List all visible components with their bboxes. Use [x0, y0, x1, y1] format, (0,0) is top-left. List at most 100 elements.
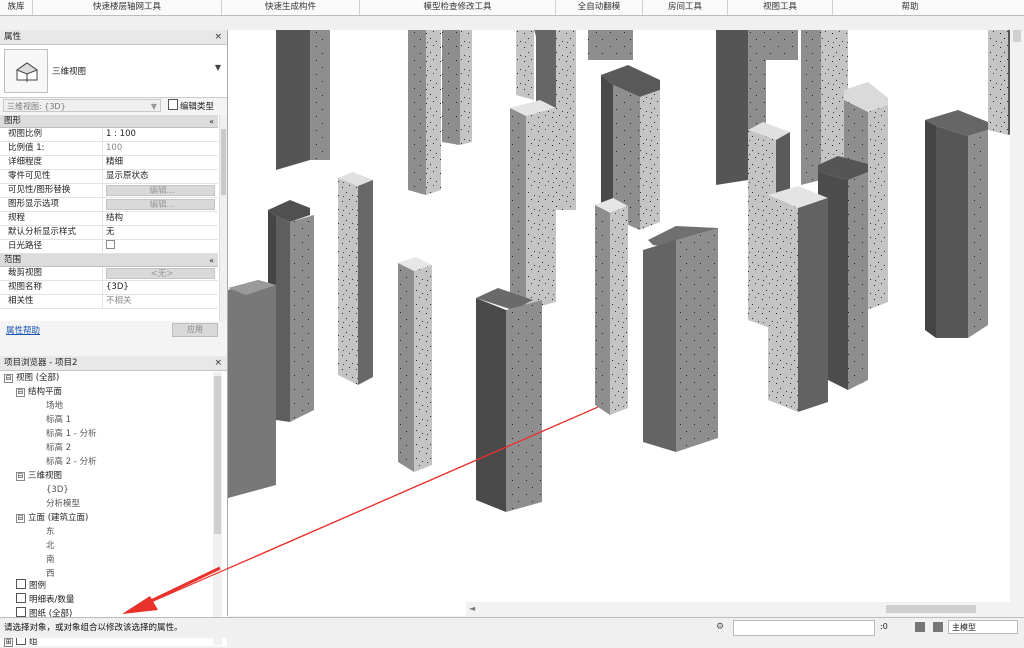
graphic-display-edit-button[interactable]: 编辑... [106, 199, 215, 210]
tree-node-north[interactable]: 北 [46, 541, 55, 552]
prop-value[interactable]: 精细 [103, 156, 218, 169]
column-mid-a[interactable] [510, 100, 556, 310]
status-bar: 请选择对象，或对象组合以修改该选择的属性。 ⚙ :0 主模型 [0, 617, 1024, 638]
tree-node-structural-plans[interactable]: ⊟ 结构平面 [16, 387, 62, 398]
type-selector[interactable]: 三维视图 ▼ [0, 45, 227, 98]
column-large-right[interactable] [768, 186, 828, 412]
edit-type-button[interactable]: 编辑类型 [168, 99, 214, 112]
sun-path-checkbox[interactable] [106, 240, 115, 249]
column-center-left[interactable] [338, 172, 373, 385]
column-mid-d[interactable] [925, 110, 988, 338]
prop-row-sun-path[interactable]: 日光路径 [0, 240, 218, 254]
column-big-center[interactable] [643, 226, 718, 452]
tab-family-library[interactable]: 族库 [0, 0, 33, 15]
tab-auto-modeling[interactable]: 全自动翻模 [556, 0, 643, 15]
prop-row-view-scale[interactable]: 视图比例 1 : 100 [0, 128, 218, 142]
viewport-vertical-scrollbar[interactable] [1010, 30, 1024, 618]
tree-node-site[interactable]: 场地 [46, 401, 63, 412]
column-back-8[interactable] [763, 30, 798, 60]
prop-value[interactable]: 结构 [103, 212, 218, 225]
prop-row-graphic-display[interactable]: 图形显示选项 编辑... [0, 198, 218, 212]
tree-node-schedules[interactable]: 明细表/数量 [16, 593, 74, 606]
crop-view-value[interactable]: <无> [106, 268, 215, 279]
tree-node-east[interactable]: 东 [46, 527, 55, 538]
column-front-l[interactable] [476, 288, 542, 512]
tab-quick-components[interactable]: 快速生成构件 [222, 0, 360, 15]
tab-help[interactable]: 帮助 [833, 0, 987, 15]
tab-view-tools[interactable]: 视图工具 [728, 0, 833, 15]
browser-close-button[interactable]: × [214, 356, 222, 370]
tree-node-level-2-analysis[interactable]: 标高 2 - 分析 [46, 457, 97, 468]
tree-node-elevations[interactable]: ⊟ 立面 (建筑立面) [16, 513, 88, 524]
workset-field[interactable] [733, 620, 875, 636]
vg-edit-button[interactable]: 编辑... [106, 185, 215, 196]
scroll-thumb[interactable] [221, 129, 226, 195]
collapse-icon[interactable]: « [209, 254, 214, 267]
prop-row-discipline[interactable]: 规程 结构 [0, 212, 218, 226]
collapse-toggle[interactable]: ⊟ [16, 388, 25, 397]
column-center-a[interactable] [595, 198, 628, 415]
sun-path-value[interactable] [103, 240, 218, 253]
tab-model-check-tools[interactable]: 模型检查修改工具 [360, 0, 556, 15]
tree-node-south[interactable]: 南 [46, 555, 55, 566]
column-center-b[interactable] [398, 257, 432, 472]
scroll-thumb[interactable] [886, 605, 976, 613]
worksharing-icon[interactable]: ⚙ [716, 622, 728, 632]
properties-help-link[interactable]: 属性帮助 [6, 324, 40, 336]
schedule-icon [16, 593, 26, 603]
instance-row: 三维视图: {3D} ▼ 编辑类型 [0, 98, 227, 114]
prop-row-analysis-style[interactable]: 默认分析显示样式无 [0, 226, 218, 240]
3d-model-canvas[interactable] [228, 30, 1024, 616]
column-back-6[interactable] [588, 30, 633, 60]
prop-value[interactable]: 无 [103, 226, 218, 239]
tree-node-legends[interactable]: 图例 [16, 579, 46, 592]
tree-node-analytical-model[interactable]: 分析模型 [46, 499, 80, 510]
tab-room-tools[interactable]: 房间工具 [643, 0, 728, 15]
prop-row-view-name[interactable]: 视图名称 {3D} [0, 281, 218, 295]
column-back-2[interactable] [408, 30, 441, 195]
prop-value[interactable]: {3D} [103, 281, 218, 294]
ribbon-spacer [987, 0, 1024, 15]
prop-value[interactable]: 显示原状态 [103, 170, 218, 183]
scroll-thumb[interactable] [214, 376, 221, 534]
view-instance-select[interactable]: 三维视图: {3D} ▼ [3, 99, 161, 112]
tree-node-3d[interactable]: {3D} [46, 485, 69, 496]
group-extents[interactable]: 范围 « [0, 254, 218, 267]
group-graphics[interactable]: 图形 « [0, 115, 218, 128]
expand-toggle[interactable]: ⊞ [4, 638, 13, 647]
collapse-toggle[interactable]: ⊟ [16, 472, 25, 481]
column-back-3[interactable] [442, 30, 472, 145]
column-back-1[interactable] [276, 30, 330, 170]
properties-close-button[interactable]: × [214, 30, 222, 44]
tab-floor-grid-tools[interactable]: 快速楼层轴网工具 [33, 0, 222, 15]
properties-scrollbar[interactable] [219, 115, 227, 321]
apply-button[interactable]: 应用 [172, 323, 218, 337]
scroll-left-icon[interactable]: ◄ [469, 604, 475, 613]
3d-viewport[interactable] [228, 30, 1024, 616]
prop-row-parts-visibility[interactable]: 零件可见性 显示原状态 [0, 170, 218, 184]
scroll-thumb[interactable] [1013, 30, 1021, 42]
3d-view-icon [4, 49, 48, 93]
collapse-icon[interactable]: « [209, 115, 214, 128]
filter-icon[interactable] [933, 622, 943, 632]
prop-key: 零件可见性 [0, 170, 103, 183]
browser-scrollbar[interactable] [213, 372, 222, 645]
design-options-icon[interactable] [915, 622, 925, 632]
tree-node-3d-views[interactable]: ⊟ 三维视图 [16, 471, 62, 482]
prop-value[interactable]: 1 : 100 [103, 128, 218, 141]
collapse-toggle[interactable]: ⊟ [16, 514, 25, 523]
tree-node-level-2[interactable]: 标高 2 [46, 443, 71, 454]
prop-row-vg-overrides[interactable]: 可见性/图形替换 编辑... [0, 184, 218, 198]
prop-row-crop-view[interactable]: 裁剪视图 <无> [0, 267, 218, 281]
active-model-select[interactable]: 主模型 [948, 620, 1018, 634]
tree-node-views[interactable]: ⊟ 视图 (全部) [4, 373, 59, 384]
viewport-horizontal-scrollbar[interactable]: ◄ [466, 602, 1010, 616]
tree-node-west[interactable]: 西 [46, 569, 55, 580]
tree-label: {3D} [46, 485, 69, 495]
tree-node-level-1[interactable]: 标高 1 [46, 415, 71, 426]
properties-title: 属性 [4, 32, 22, 42]
column-front-left-edge[interactable] [228, 280, 276, 498]
collapse-toggle[interactable]: ⊟ [4, 374, 13, 383]
tree-node-level-1-analysis[interactable]: 标高 1 - 分析 [46, 429, 97, 440]
prop-row-detail-level[interactable]: 详细程度 精细 [0, 156, 218, 170]
